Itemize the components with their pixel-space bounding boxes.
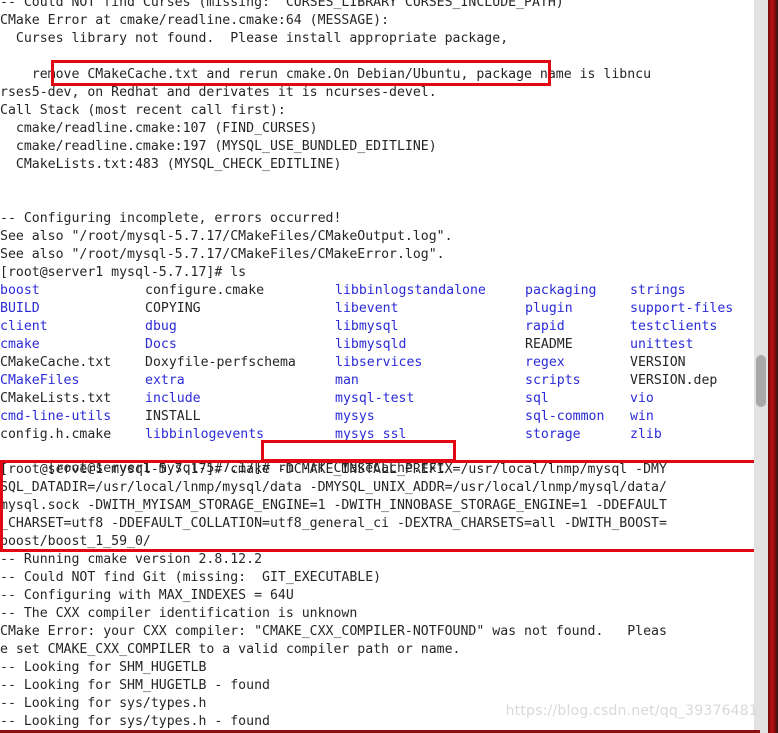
ls-entry: sql-common xyxy=(525,409,605,424)
terminal-line: CMakeLists.txt:483 (MYSQL_CHECK_EDITLINE… xyxy=(0,157,342,172)
ls-entry: libevent xyxy=(335,301,399,316)
terminal-line: e set CMAKE_CXX_COMPILER to a valid comp… xyxy=(0,642,461,657)
terminal-line: remove CMakeCache.txt and rerun cmake.On… xyxy=(0,67,652,82)
ls-entry: configure.cmake xyxy=(145,283,265,298)
terminal-line: -- Could NOT find Curses (missing: CURSE… xyxy=(0,0,564,10)
ls-entry: strings xyxy=(630,283,686,298)
terminal-line: -- Could NOT find Git (missing: GIT_EXEC… xyxy=(0,570,382,585)
ls-entry: support-files xyxy=(630,301,734,316)
ls-entry: storage xyxy=(525,427,581,442)
ls-entry: cmake xyxy=(0,337,40,352)
ls-entry: README xyxy=(525,337,573,352)
ls-entry: rapid xyxy=(525,319,565,334)
ls-entry: libmysql xyxy=(335,319,399,334)
terminal-line: -- Looking for sys/types.h - found xyxy=(0,714,270,729)
ls-entry: unittest xyxy=(630,337,694,352)
terminal-line: -- Looking for SHM_HUGETLB xyxy=(0,660,207,675)
rm-command-line: [root@server1 mysql-5.7.17]# rm -rf CMak… xyxy=(0,442,445,476)
cmake-command-line: SQL_DATADIR=/usr/local/lnmp/mysql/data -… xyxy=(0,480,667,495)
ls-entry: CMakeLists.txt xyxy=(0,391,112,406)
ls-entry: client xyxy=(0,319,48,334)
terminal-line: -- The CXX compiler identification is un… xyxy=(0,606,358,621)
watermark-url: https://blog.csdn.net/qq_39376481 xyxy=(505,703,758,719)
ls-entry: cmd-line-utils xyxy=(0,409,112,424)
ls-entry: CMakeFiles xyxy=(0,373,80,388)
cmake-command-line: [root@server1 mysql-5.7.17]# cmake -DCMA… xyxy=(0,462,667,477)
ls-entry: scripts xyxy=(525,373,581,388)
vertical-scrollbar-thumb[interactable] xyxy=(756,355,766,407)
ls-entry: BUILD xyxy=(0,301,40,316)
terminal-line: -- Configuring incomplete, errors occurr… xyxy=(0,211,342,226)
ls-entry: win xyxy=(630,409,654,424)
ls-entry: VERSION xyxy=(630,355,686,370)
ls-entry: libmysqld xyxy=(335,337,407,352)
terminal-line: CMake Error at cmake/readline.cmake:64 (… xyxy=(0,13,390,28)
terminal-line: cmake/readline.cmake:107 (FIND_CURSES) xyxy=(0,121,318,136)
vertical-scrollbar-track[interactable] xyxy=(754,0,768,733)
ls-entry: man xyxy=(335,373,359,388)
ls-entry: include xyxy=(145,391,201,406)
cmake-command-line: boost/boost_1_59_0/ xyxy=(0,534,151,549)
terminal-line: Call Stack (most recent call first): xyxy=(0,103,286,118)
ls-entry: plugin xyxy=(525,301,573,316)
ls-entry: Doxyfile-perfschema xyxy=(145,355,296,370)
ls-entry: Docs xyxy=(145,337,177,352)
terminal-output-pane[interactable]: -- Could NOT find Curses (missing: CURSE… xyxy=(0,0,760,729)
ls-entry: dbug xyxy=(145,319,177,334)
ls-entry: libservices xyxy=(335,355,423,370)
ls-entry: sql xyxy=(525,391,549,406)
terminal-line: rses5-dev, on Redhat and derivates it is… xyxy=(0,85,437,100)
ls-entry: vio xyxy=(630,391,654,406)
cmake-command-line: mysql.sock -DWITH_MYISAM_STORAGE_ENGINE=… xyxy=(0,498,667,513)
cmake-command-line: _CHARSET=utf8 -DDEFAULT_COLLATION=utf8_g… xyxy=(0,516,667,531)
ls-entry: extra xyxy=(145,373,185,388)
ls-entry: mysys xyxy=(335,409,375,424)
terminal-line: -- Configuring with MAX_INDEXES = 64U xyxy=(0,588,294,603)
terminal-line: -- Running cmake version 2.8.12.2 xyxy=(0,552,263,567)
ls-entry: VERSION.dep xyxy=(630,373,718,388)
terminal-line: CMake Error: your CXX compiler: "CMAKE_C… xyxy=(0,624,667,639)
ls-entry: mysql-test xyxy=(335,391,415,406)
ls-entry: boost xyxy=(0,283,40,298)
ls-entry: INSTALL xyxy=(145,409,201,424)
ls-entry: packaging xyxy=(525,283,597,298)
terminal-line: [root@server1 mysql-5.7.17]# ls xyxy=(0,265,247,280)
terminal-line: See also "/root/mysql-5.7.17/CMakeFiles/… xyxy=(0,247,445,262)
terminal-line: Curses library not found. Please install… xyxy=(0,31,509,46)
ls-entry: CMakeCache.txt xyxy=(0,355,112,370)
ls-entry: testclients xyxy=(630,319,718,334)
ls-entry: COPYING xyxy=(145,301,201,316)
terminal-line: cmake/readline.cmake:197 (MYSQL_USE_BUND… xyxy=(0,139,437,154)
terminal-line: -- Looking for sys/types.h xyxy=(0,696,207,711)
ls-entry: zlib xyxy=(630,427,662,442)
terminal-line: -- Looking for SHM_HUGETLB - found xyxy=(0,678,270,693)
ls-entry: regex xyxy=(525,355,565,370)
ls-entry: libbinlogstandalone xyxy=(335,283,486,298)
terminal-screenshot: -- Could NOT find Curses (missing: CURSE… xyxy=(0,0,778,733)
window-right-edge-decoration xyxy=(768,0,778,733)
terminal-line: See also "/root/mysql-5.7.17/CMakeFiles/… xyxy=(0,229,453,244)
